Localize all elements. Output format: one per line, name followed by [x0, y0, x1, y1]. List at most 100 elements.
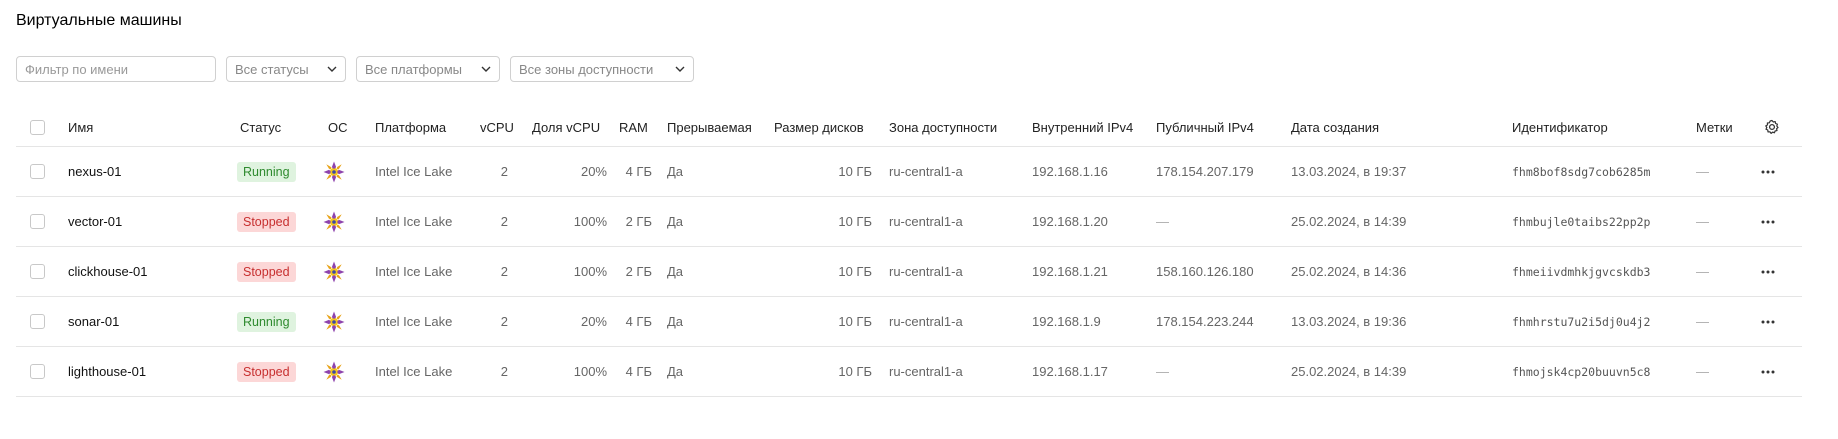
status-cell: Running: [237, 147, 296, 196]
vm-id-value: fhmhrstu7u2i5dj0u4j2: [1512, 314, 1651, 329]
platform-value: Intel Ice Lake: [375, 164, 453, 179]
zone-value: ru-central1-a: [889, 214, 963, 229]
header-created[interactable]: Дата создания: [1291, 108, 1379, 146]
header-status[interactable]: Статус: [240, 108, 281, 146]
status-badge: Stopped: [237, 261, 296, 282]
os-cell: [322, 347, 346, 396]
disk-size-value: 10 ГБ: [838, 264, 872, 279]
more-horizontal-icon[interactable]: [1760, 347, 1776, 396]
internal-ip-value: 192.168.1.17: [1032, 364, 1108, 379]
header-labels[interactable]: Метки: [1696, 108, 1733, 146]
more-horizontal-icon[interactable]: [1760, 297, 1776, 346]
disk-size-value: 10 ГБ: [838, 314, 872, 329]
labels-value: —: [1696, 264, 1709, 279]
vcpu-value: 2: [500, 214, 508, 229]
header-preemptible[interactable]: Прерываемая: [667, 108, 752, 146]
internal-ip-value: 192.168.1.16: [1032, 164, 1108, 179]
linux-distro-icon: [323, 161, 345, 182]
platform-filter-label: Все платформы: [365, 61, 462, 77]
vcpu-share-value: 100%: [573, 364, 607, 379]
status-cell: Stopped: [237, 197, 296, 246]
more-horizontal-icon[interactable]: [1760, 197, 1776, 246]
row-checkbox[interactable]: [30, 364, 45, 379]
header-disk-size[interactable]: Размер дисков: [774, 108, 864, 146]
preemptible-value: Да: [667, 264, 684, 279]
zone-filter-select[interactable]: Все зоны доступности: [510, 56, 694, 82]
vcpu-value: 2: [500, 164, 508, 179]
row-checkbox[interactable]: [30, 214, 45, 229]
more-horizontal-icon[interactable]: [1760, 147, 1776, 196]
created-value: 25.02.2024, в 14:39: [1291, 364, 1407, 379]
internal-ip-value: 192.168.1.20: [1032, 214, 1108, 229]
os-cell: [322, 297, 346, 346]
row-checkbox[interactable]: [30, 314, 45, 329]
labels-value: —: [1696, 364, 1709, 379]
vcpu-value: 2: [500, 264, 508, 279]
os-cell: [322, 147, 346, 196]
header-id[interactable]: Идентификатор: [1512, 108, 1608, 146]
status-cell: Stopped: [237, 347, 296, 396]
header-vcpu-share[interactable]: Доля vCPU: [532, 108, 600, 146]
header-public-ip[interactable]: Публичный IPv4: [1156, 108, 1254, 146]
vm-name[interactable]: clickhouse-01: [68, 247, 148, 296]
ram-value: 4 ГБ: [625, 314, 652, 329]
created-value: 25.02.2024, в 14:36: [1291, 264, 1407, 279]
page-title: Виртуальные машины: [16, 12, 182, 29]
gear-icon[interactable]: [1764, 108, 1780, 146]
created-value: 13.03.2024, в 19:37: [1291, 164, 1407, 179]
table-row[interactable]: nexus-01 Running Intel Ice Lake 2 20% 4 …: [16, 147, 1802, 197]
header-ram[interactable]: RAM: [619, 108, 648, 146]
header-platform[interactable]: Платформа: [375, 108, 446, 146]
table-row[interactable]: sonar-01 Running Intel Ice Lake 2 20% 4 …: [16, 297, 1802, 347]
vcpu-share-value: 20%: [580, 314, 607, 329]
ram-value: 4 ГБ: [625, 164, 652, 179]
status-badge: Stopped: [237, 211, 296, 232]
header-vcpu[interactable]: vCPU: [480, 108, 514, 146]
preemptible-value: Да: [667, 164, 684, 179]
vm-name[interactable]: nexus-01: [68, 147, 121, 196]
status-badge: Running: [237, 161, 296, 182]
disk-size-value: 10 ГБ: [838, 364, 872, 379]
vm-name[interactable]: lighthouse-01: [68, 347, 146, 396]
ram-value: 2 ГБ: [625, 214, 652, 229]
vm-id-value: fhmeiivdmhkjgvcskdb3: [1512, 264, 1651, 279]
vcpu-share-value: 20%: [580, 164, 607, 179]
created-value: 13.03.2024, в 19:36: [1291, 314, 1407, 329]
filters-bar: Все статусы Все платформы Все зоны досту…: [16, 56, 694, 82]
disk-size-value: 10 ГБ: [838, 164, 872, 179]
labels-value: —: [1696, 164, 1709, 179]
status-filter-select[interactable]: Все статусы: [226, 56, 346, 82]
header-zone[interactable]: Зона доступности: [889, 108, 997, 146]
header-os[interactable]: ОС: [328, 108, 348, 146]
zone-filter-label: Все зоны доступности: [519, 61, 654, 77]
platform-filter-select[interactable]: Все платформы: [356, 56, 500, 82]
platform-value: Intel Ice Lake: [375, 214, 453, 229]
vm-name[interactable]: vector-01: [68, 197, 122, 246]
ram-value: 2 ГБ: [625, 264, 652, 279]
preemptible-value: Да: [667, 364, 684, 379]
name-filter-input[interactable]: [16, 56, 216, 82]
more-horizontal-icon[interactable]: [1760, 247, 1776, 296]
internal-ip-value: 192.168.1.21: [1032, 264, 1108, 279]
row-select-cell: [30, 247, 45, 296]
zone-value: ru-central1-a: [889, 364, 963, 379]
header-internal-ip[interactable]: Внутренний IPv4: [1032, 108, 1133, 146]
vcpu-share-value: 100%: [573, 264, 607, 279]
linux-distro-icon: [323, 211, 345, 232]
chevron-down-icon: [675, 64, 685, 74]
row-checkbox[interactable]: [30, 164, 45, 179]
status-badge: Stopped: [237, 361, 296, 382]
platform-value: Intel Ice Lake: [375, 314, 453, 329]
header-name[interactable]: Имя: [68, 108, 93, 146]
public-ip-value: 158.160.126.180: [1156, 264, 1254, 279]
table-row[interactable]: clickhouse-01 Stopped Intel Ice Lake 2 1…: [16, 247, 1802, 297]
vm-name[interactable]: sonar-01: [68, 297, 119, 346]
select-all-checkbox[interactable]: [30, 119, 45, 135]
public-ip-value: 178.154.223.244: [1156, 314, 1254, 329]
vm-id-value: fhmbujle0taibs22pp2p: [1512, 214, 1651, 229]
row-checkbox[interactable]: [30, 264, 45, 279]
table-row[interactable]: vector-01 Stopped Intel Ice Lake 2 100% …: [16, 197, 1802, 247]
os-cell: [322, 197, 346, 246]
zone-value: ru-central1-a: [889, 164, 963, 179]
table-row[interactable]: lighthouse-01 Stopped Intel Ice Lake 2 1…: [16, 347, 1802, 397]
